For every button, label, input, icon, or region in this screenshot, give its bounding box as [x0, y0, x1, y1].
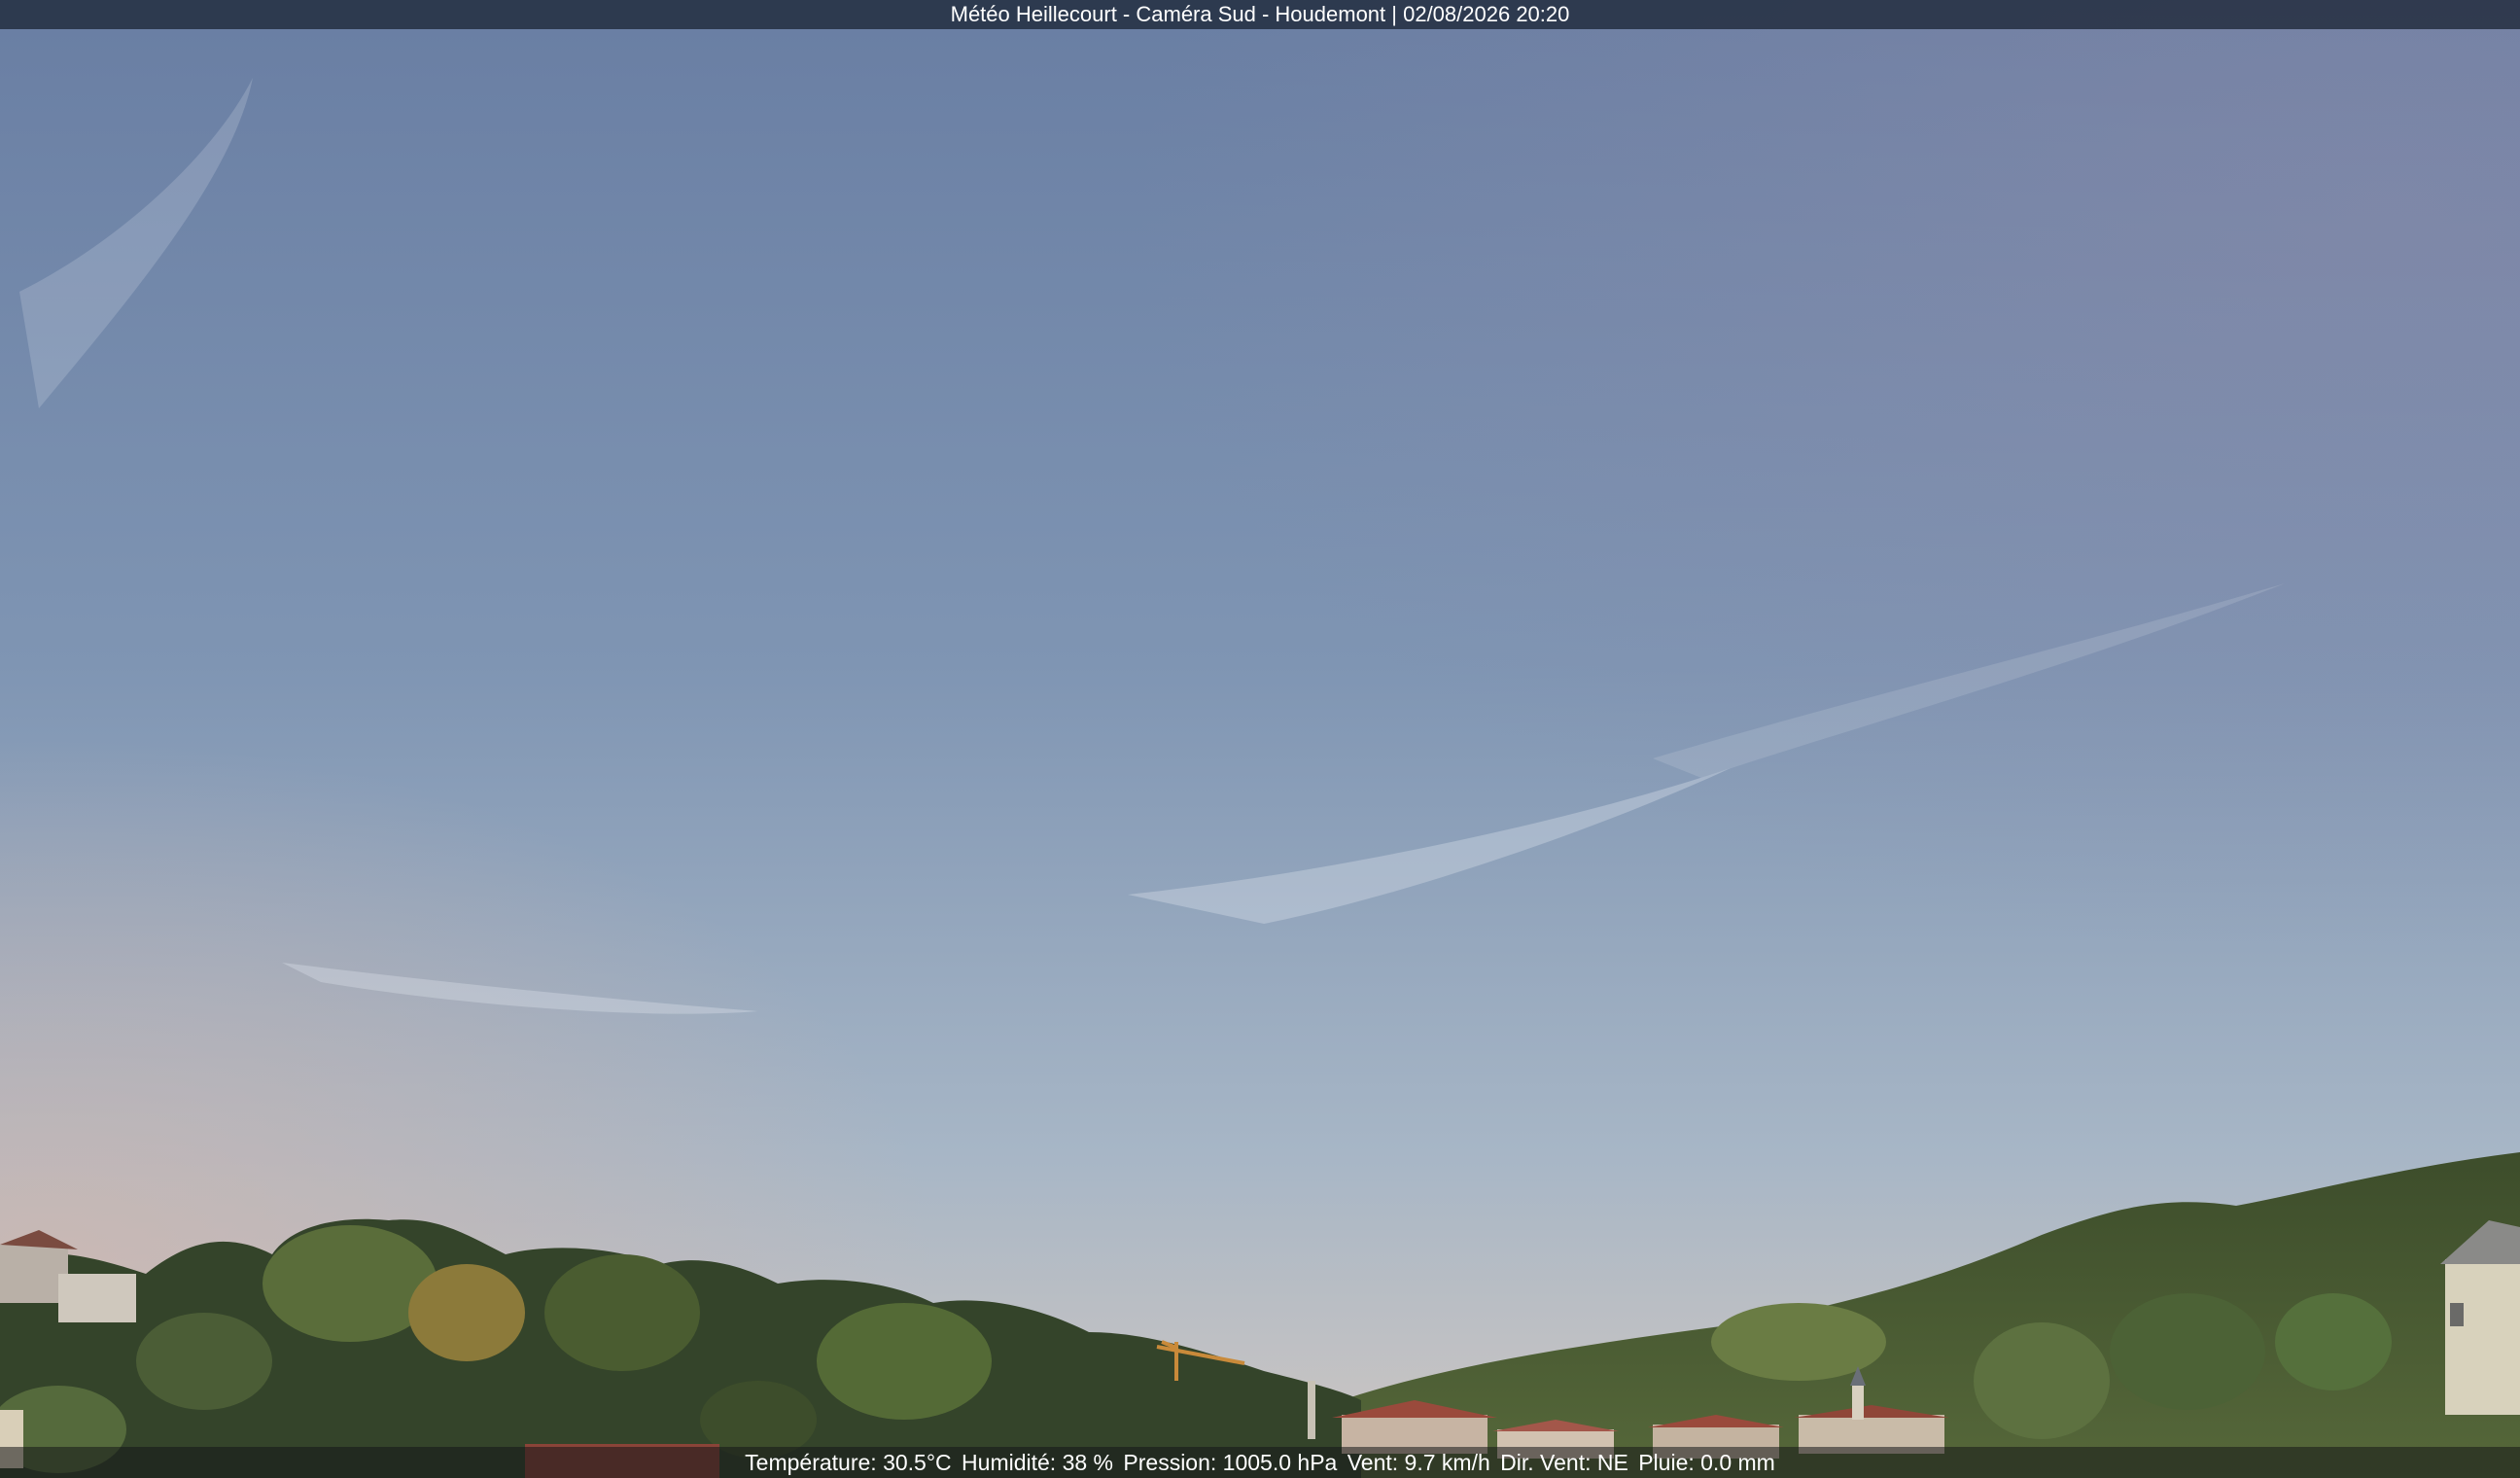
webcam-image: [0, 0, 2520, 1478]
wind-speed-readout: Vent: 9.7 km/h: [1347, 1450, 1490, 1475]
scene-svg: [0, 0, 2520, 1478]
temperature-readout: Température: 30.5°C: [745, 1450, 952, 1475]
weather-data-overlay: Température: 30.5°C Humidité: 38 % Press…: [0, 1447, 2520, 1478]
humidity-readout: Humidité: 38 %: [962, 1450, 1114, 1475]
rain-readout: Pluie: 0.0 mm: [1638, 1450, 1775, 1475]
wind-direction-readout: Dir. Vent: NE: [1500, 1450, 1628, 1475]
camera-title-overlay: Météo Heillecourt - Caméra Sud - Houdemo…: [0, 0, 2520, 29]
pressure-readout: Pression: 1005.0 hPa: [1123, 1450, 1338, 1475]
camera-title: Météo Heillecourt - Caméra Sud - Houdemo…: [950, 2, 1570, 26]
